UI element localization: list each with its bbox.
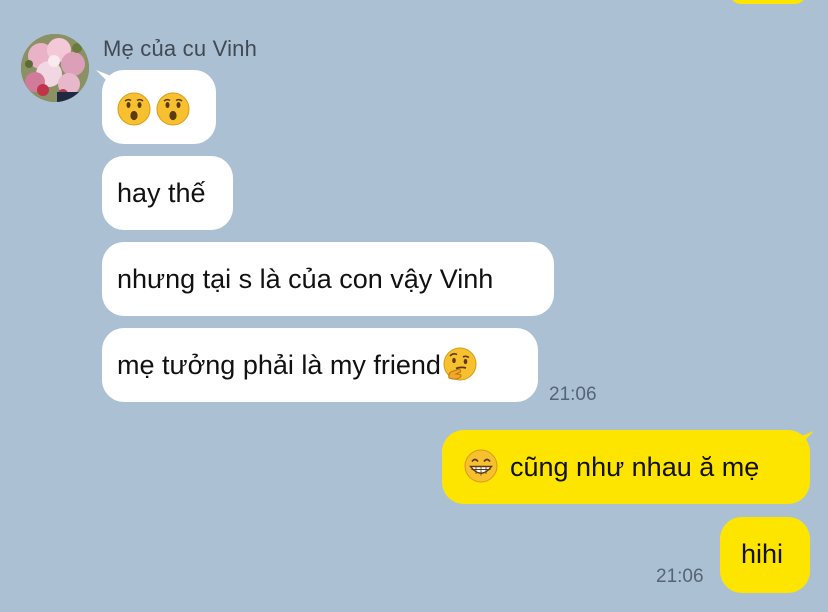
incoming-message[interactable]: hay thế xyxy=(102,156,233,230)
incoming-message[interactable]: nhưng tại s là của con vậy Vinh xyxy=(102,242,554,316)
hushed-face-emoji xyxy=(156,92,190,126)
message-text: mẹ tưởng phải là my friend xyxy=(117,350,441,380)
message-timestamp: 21:06 xyxy=(549,384,597,405)
sender-name: Mẹ của cu Vinh xyxy=(103,36,258,61)
incoming-message-emoji[interactable] xyxy=(102,70,216,144)
chat-view: Mẹ của cu Vinh hay thế nhưng tại s là củ… xyxy=(0,0,828,612)
previous-outgoing-bubble[interactable] xyxy=(730,0,806,4)
incoming-message[interactable]: mẹ tưởng phải là my friend xyxy=(102,328,538,402)
outgoing-message[interactable]: cũng như nhau ă mẹ xyxy=(442,430,810,504)
message-text: nhưng tại s là của con vậy Vinh xyxy=(117,264,494,294)
message-text: hihi xyxy=(741,539,784,569)
message-text: hay thế xyxy=(117,178,206,208)
hushed-face-emoji xyxy=(117,92,151,126)
flower-photo xyxy=(21,34,89,102)
message-timestamp: 21:06 xyxy=(656,566,704,587)
sender-avatar[interactable] xyxy=(21,34,89,102)
outgoing-message[interactable]: hihi xyxy=(720,517,810,593)
grinning-face-emoji xyxy=(464,449,498,483)
message-text: cũng như nhau ă mẹ xyxy=(510,452,760,482)
thinking-face-emoji xyxy=(443,347,477,381)
